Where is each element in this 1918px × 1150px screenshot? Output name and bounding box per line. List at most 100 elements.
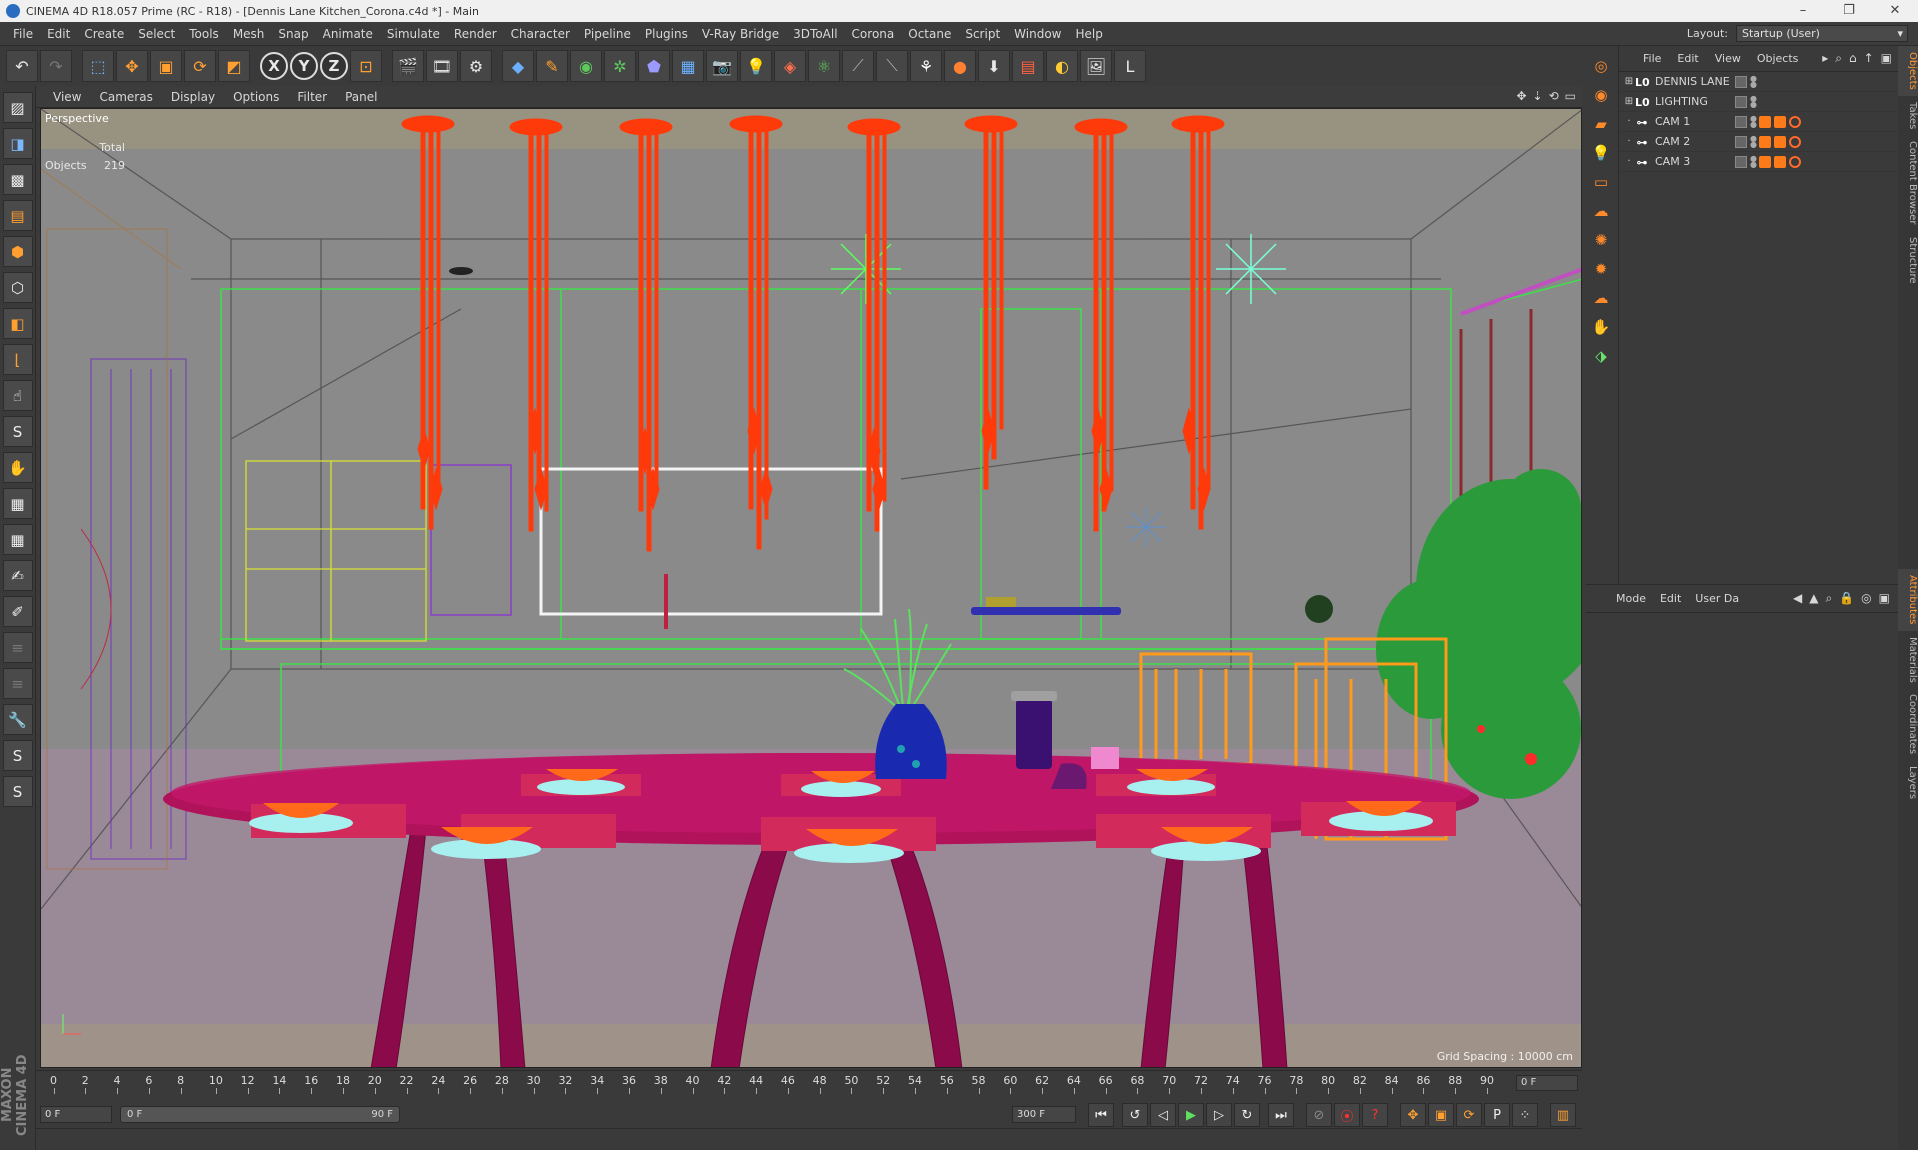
om-more-icon[interactable]: ▸ [1822, 51, 1828, 66]
object-name[interactable]: CAM 1 [1655, 115, 1690, 128]
visibility-dots-icon[interactable]: ● ● [1750, 75, 1757, 89]
wrench-icon[interactable]: 🔧 [2, 704, 33, 735]
viewport-menu-panel[interactable]: Panel [336, 90, 386, 104]
corona-sun-icon[interactable]: ● [944, 50, 976, 82]
play-forward-icon[interactable]: ▶ [1178, 1103, 1204, 1127]
am-menu-mode[interactable]: Mode [1616, 592, 1646, 605]
key-rotation-icon[interactable]: ⟳ [1456, 1103, 1482, 1127]
am-back-icon[interactable]: ◀ [1793, 591, 1802, 606]
tab-coordinates[interactable]: Coordinates [1898, 688, 1918, 760]
visibility-dots-icon[interactable]: ● ● [1750, 115, 1757, 129]
polygons-mode-icon[interactable]: ◧ [2, 308, 33, 339]
menu-animate[interactable]: Animate [316, 27, 380, 41]
scale-tool-icon[interactable]: ▣ [150, 50, 182, 82]
subdivision-surface-icon[interactable]: ◉ [570, 50, 602, 82]
layer-color-swatch[interactable] [1735, 136, 1747, 148]
y-axis-lock-button[interactable]: Y [290, 52, 318, 80]
render-disabled-tag-icon[interactable] [1789, 136, 1801, 148]
prev-frame-icon[interactable]: ◁ [1150, 1103, 1176, 1127]
menu-window[interactable]: Window [1007, 27, 1068, 41]
menu-snap[interactable]: Snap [271, 27, 315, 41]
am-menu-user-data[interactable]: User Da [1695, 592, 1739, 605]
interactive-render-icon[interactable]: ◉ [1589, 83, 1613, 107]
floor-grid-alt-icon[interactable]: ≡ [2, 668, 33, 699]
model-mode-icon[interactable]: ◨ [2, 128, 33, 159]
pen-spline-icon[interactable]: ✎ [536, 50, 568, 82]
sun-alt-icon[interactable]: ✹ [1589, 257, 1613, 281]
viewport-menu-filter[interactable]: Filter [288, 90, 336, 104]
corona-vfb-icon[interactable]: 🖼 [1080, 50, 1112, 82]
tab-attributes[interactable]: Attributes [1898, 569, 1918, 631]
object-name[interactable]: DENNIS LANE [1655, 75, 1730, 88]
scene-tool-b-icon[interactable]: ⟍ [876, 50, 908, 82]
menu-vray-bridge[interactable]: V-Ray Bridge [695, 27, 786, 41]
object-name[interactable]: LIGHTING [1655, 95, 1708, 108]
om-menu-objects[interactable]: Objects [1757, 52, 1799, 65]
tab-takes[interactable]: Takes [1898, 96, 1918, 135]
menu-simulate[interactable]: Simulate [380, 27, 447, 41]
floor-grid-icon[interactable]: ≡ [2, 632, 33, 663]
light-bulb-icon[interactable]: 💡 [1589, 141, 1613, 165]
layer-color-swatch[interactable] [1735, 156, 1747, 168]
layer-color-swatch[interactable] [1735, 116, 1747, 128]
am-menu-edit[interactable]: Edit [1660, 592, 1681, 605]
make-editable-icon[interactable]: ▨ [2, 92, 33, 123]
frame-icon[interactable]: ▭ [1589, 170, 1613, 194]
brush-icon[interactable]: ✐ [2, 596, 33, 627]
z-axis-lock-button[interactable]: Z [320, 52, 348, 80]
points-mode-icon[interactable]: ⬢ [2, 236, 33, 267]
material-swap-icon[interactable]: ⬗ [1589, 344, 1613, 368]
texture-mode-icon[interactable]: ▩ [2, 164, 33, 195]
goto-next-key-icon[interactable]: ↻ [1234, 1103, 1260, 1127]
restore-button[interactable]: ❐ [1826, 0, 1872, 22]
menu-help[interactable]: Help [1068, 27, 1109, 41]
autokey-icon[interactable]: ⦿ [1334, 1103, 1360, 1127]
am-settings-icon[interactable]: ◎ [1861, 591, 1871, 606]
xpresso-icon[interactable]: ⚛ [808, 50, 840, 82]
preview-range-slider[interactable]: 0 F 90 F [120, 1106, 400, 1123]
vray-bridge-icon[interactable]: ◈ [774, 50, 806, 82]
viewport-menu-display[interactable]: Display [162, 90, 224, 104]
render-picture-viewer-icon[interactable]: 🎞 [426, 50, 458, 82]
undo-icon[interactable]: ↶ [6, 50, 38, 82]
live-selection-icon[interactable]: ⬚ [82, 50, 114, 82]
menu-plugins[interactable]: Plugins [638, 27, 695, 41]
scene-tool-a-icon[interactable]: ⟋ [842, 50, 874, 82]
om-menu-view[interactable]: View [1715, 52, 1741, 65]
sculpt-icon[interactable]: ✍ [2, 560, 33, 591]
workplane-mode-icon[interactable]: ▤ [2, 200, 33, 231]
object-name[interactable]: CAM 3 [1655, 155, 1690, 168]
sun-icon[interactable]: ✺ [1589, 228, 1613, 252]
render-disabled-tag-icon[interactable] [1789, 116, 1801, 128]
menu-corona[interactable]: Corona [845, 27, 902, 41]
visibility-dots-icon[interactable]: ● ● [1750, 155, 1757, 169]
menu-tools[interactable]: Tools [182, 27, 226, 41]
camera-tag-icon[interactable] [1759, 136, 1771, 148]
cloner-icon[interactable]: ✲ [604, 50, 636, 82]
menu-edit[interactable]: Edit [40, 27, 77, 41]
max-frame-field[interactable]: 300 F [1012, 1106, 1076, 1123]
corona-layer-icon[interactable]: L [1114, 50, 1146, 82]
goto-end-icon[interactable]: ⏭ [1268, 1103, 1294, 1127]
render-view-icon[interactable]: 🎬 [392, 50, 424, 82]
am-up-icon[interactable]: ▲ [1809, 591, 1818, 606]
edges-mode-icon[interactable]: ⬡ [2, 272, 33, 303]
coordinate-system-icon[interactable]: ⊡ [350, 50, 382, 82]
current-frame-field[interactable]: 0 F [1516, 1075, 1578, 1091]
key-scale-icon[interactable]: ▣ [1428, 1103, 1454, 1127]
menu-create[interactable]: Create [77, 27, 131, 41]
render-disabled-tag-icon[interactable] [1789, 156, 1801, 168]
layer-color-swatch[interactable] [1735, 96, 1747, 108]
protection-tag-icon[interactable] [1774, 156, 1786, 168]
corona-proxy-icon[interactable]: ⬇ [978, 50, 1010, 82]
protection-tag-icon[interactable] [1774, 136, 1786, 148]
viewport-dolly-icon[interactable]: ⇣ [1533, 89, 1543, 103]
camera-tag-icon[interactable] [1759, 116, 1771, 128]
protection-tag-icon[interactable] [1774, 116, 1786, 128]
corona-light-icon[interactable]: ⚘ [910, 50, 942, 82]
cloud-icon[interactable]: ☁ [1589, 286, 1613, 310]
axis-mode-icon[interactable]: ⌊ [2, 344, 33, 375]
om-menu-edit[interactable]: Edit [1677, 52, 1698, 65]
camera-icon[interactable]: 📷 [706, 50, 738, 82]
menu-select[interactable]: Select [131, 27, 182, 41]
